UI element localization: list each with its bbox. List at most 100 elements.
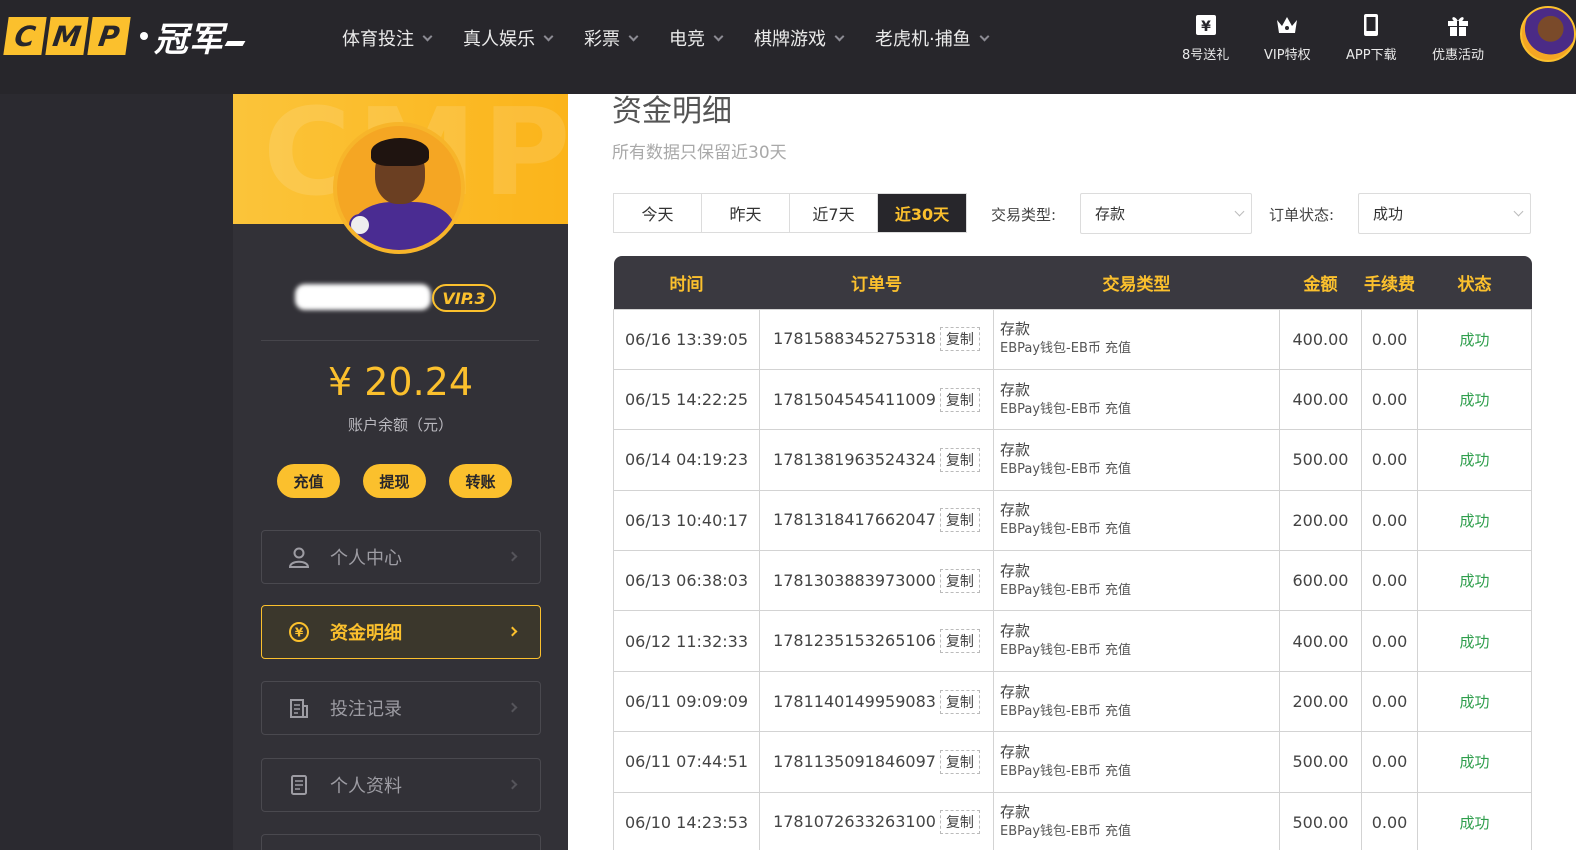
copy-button[interactable]: 复制 — [939, 447, 980, 472]
transactions-table: 时间 订单号 交易类型 金额 手续费 状态 06/16 13:39:05 178… — [613, 256, 1532, 850]
withdraw-button[interactable]: 提现 — [363, 464, 426, 498]
cell-status: 成功 — [1417, 368, 1532, 431]
cell-order-no: 1781135091846097 复制 — [759, 731, 994, 793]
table-row: 06/12 11:32:33 1781235153265106 复制 存款 EBPa… — [613, 610, 1532, 672]
nav-label: 真人娱乐 — [463, 29, 535, 50]
cell-status: 成功 — [1417, 489, 1532, 552]
sidebar-item-label: 投注记录 — [330, 699, 402, 720]
nav-card-games[interactable]: 棋牌游戏 — [754, 25, 845, 51]
cell-order-no: 1781381963524324 复制 — [759, 429, 994, 491]
order-number: 1781303883973000 — [773, 570, 936, 590]
column-header-time: 时间 — [613, 256, 760, 309]
sidebar-item-personal-info[interactable]: 个人资料 — [261, 758, 541, 812]
column-header-type: 交易类型 — [993, 256, 1280, 309]
cell-amount: 200.00 — [1279, 670, 1362, 733]
nav-esports[interactable]: 电竞 — [669, 25, 724, 51]
payment-method: EBPay钱包-EB币 充值 — [1000, 341, 1132, 357]
copy-button[interactable]: 复制 — [939, 568, 980, 593]
user-icon — [288, 547, 310, 568]
cell-time: 06/14 04:19:23 — [613, 429, 760, 491]
phone-icon — [1364, 14, 1379, 36]
cell-type: 存款 EBPay钱包-EB币 充值 — [993, 550, 1280, 612]
logo-tile-m: M — [45, 17, 89, 55]
copy-button[interactable]: 复制 — [939, 629, 980, 654]
copy-button[interactable]: 复制 — [939, 327, 980, 352]
tab-today[interactable]: 今天 — [614, 194, 702, 232]
sidebar-item-bet-records[interactable]: 投注记录 — [261, 681, 541, 735]
payment-method: EBPay钱包-EB币 充值 — [1000, 582, 1132, 598]
cell-fee: 0.00 — [1361, 368, 1418, 431]
order-number: 1781504545411009 — [773, 389, 936, 409]
order-number: 1781135091846097 — [773, 751, 936, 771]
cell-amount: 400.00 — [1279, 368, 1362, 431]
transaction-type-select[interactable]: 存款 — [1080, 193, 1252, 234]
cell-fee: 0.00 — [1361, 550, 1418, 612]
order-number: 1781235153265106 — [773, 631, 936, 651]
cell-time: 06/10 14:23:53 — [613, 791, 760, 850]
column-header-status: 状态 — [1417, 256, 1532, 309]
cell-amount: 500.00 — [1279, 429, 1362, 491]
copy-button[interactable]: 复制 — [939, 387, 980, 412]
quick-link-vip[interactable]: VIP特权 — [1264, 12, 1311, 63]
logo-tile-c: C — [3, 17, 47, 55]
top-navbar: C M P 冠军 体育投注 真人娱乐 彩票 电竞 棋牌游戏 老虎机·捕鱼 ¥ 8… — [0, 0, 1576, 94]
quick-link-label: 优惠活动 — [1432, 48, 1485, 63]
cell-fee: 0.00 — [1361, 610, 1418, 672]
yuan-circle-icon: ¥ — [289, 622, 309, 642]
select-value: 成功 — [1373, 205, 1404, 223]
payment-method: EBPay钱包-EB币 充值 — [1000, 401, 1132, 417]
yuan-ticket-icon: ¥ — [1195, 15, 1216, 35]
nav-live-casino[interactable]: 真人娱乐 — [463, 25, 554, 51]
payment-method: EBPay钱包-EB币 充值 — [1000, 824, 1132, 840]
sidebar-item-personal-center[interactable]: 个人中心 — [261, 530, 541, 584]
nav-lottery[interactable]: 彩票 — [584, 25, 639, 51]
chevron-down-icon — [834, 31, 845, 41]
transaction-type: 存款 — [1000, 320, 1031, 339]
page-title: 资金明细 — [612, 94, 732, 129]
quick-link-promotions[interactable]: 优惠活动 — [1432, 12, 1484, 63]
sidebar-item-fund-details[interactable]: ¥ 资金明细 — [261, 605, 541, 659]
sidebar-item-label: 个人中心 — [330, 548, 402, 569]
quick-link-gift-8[interactable]: ¥ 8号送礼 — [1182, 12, 1229, 63]
nav-slots-fishing[interactable]: 老虎机·捕鱼 — [875, 25, 990, 51]
chevron-right-icon — [507, 779, 518, 790]
cell-fee: 0.00 — [1361, 791, 1418, 850]
chevron-down-icon — [1513, 206, 1524, 217]
cell-status: 成功 — [1417, 731, 1532, 793]
site-logo[interactable]: C M P 冠军 — [3, 16, 246, 60]
cell-order-no: 1781072633263100 复制 — [759, 791, 994, 850]
table-header-row: 时间 订单号 交易类型 金额 手续费 状态 — [613, 256, 1532, 309]
quick-link-label: VIP特权 — [1264, 48, 1311, 63]
account-balance: ¥ 20.24 — [327, 360, 474, 404]
cell-order-no: 1781588345275318 复制 — [759, 308, 994, 370]
deposit-button[interactable]: 充值 — [277, 464, 340, 498]
cell-fee: 0.00 — [1361, 670, 1418, 733]
status-badge: 成功 — [1459, 632, 1490, 651]
copy-button[interactable]: 复制 — [939, 749, 980, 774]
table-row: 06/11 09:09:09 1781140149959083 复制 存款 EBPa… — [613, 670, 1532, 733]
tab-last-30-days[interactable]: 近30天 — [878, 194, 966, 232]
chevron-down-icon — [422, 31, 433, 41]
status-badge: 成功 — [1459, 511, 1490, 530]
cell-type: 存款 EBPay钱包-EB币 充值 — [993, 368, 1280, 431]
table-row: 06/13 06:38:03 1781303883973000 复制 存款 EBPa… — [613, 550, 1532, 612]
copy-button[interactable]: 复制 — [939, 810, 980, 835]
order-status-select[interactable]: 成功 — [1358, 193, 1531, 234]
cell-time: 06/11 09:09:09 — [613, 670, 760, 733]
transfer-button[interactable]: 转账 — [449, 464, 512, 498]
copy-button[interactable]: 复制 — [939, 689, 980, 714]
tab-yesterday[interactable]: 昨天 — [702, 194, 790, 232]
logo-underline-mark — [224, 40, 246, 46]
copy-button[interactable]: 复制 — [939, 508, 980, 533]
nav-sports[interactable]: 体育投注 — [342, 25, 433, 51]
date-range-tabs: 今天 昨天 近7天 近30天 — [613, 193, 967, 233]
quick-link-app-download[interactable]: APP下载 — [1346, 12, 1397, 63]
transaction-type: 存款 — [1000, 440, 1031, 459]
nav-label: 彩票 — [584, 29, 620, 50]
user-avatar[interactable] — [1520, 6, 1576, 62]
tab-last-7-days[interactable]: 近7天 — [790, 194, 878, 232]
profile-avatar — [333, 122, 465, 254]
bet-record-icon — [290, 699, 308, 718]
sidebar-item-next[interactable] — [261, 834, 541, 850]
nav-label: 老虎机·捕鱼 — [875, 29, 971, 50]
